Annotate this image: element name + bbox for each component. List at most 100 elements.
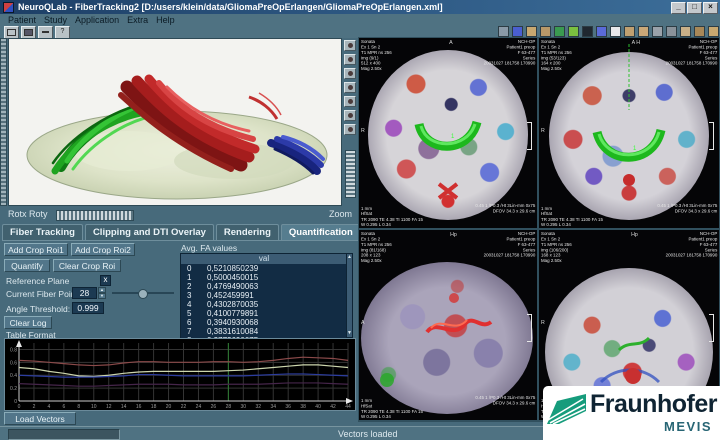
menu-help[interactable]: Help xyxy=(156,15,175,25)
fa-table-row[interactable]: 3 0,452459991 xyxy=(181,291,347,300)
module-icon[interactable] xyxy=(554,26,565,37)
svg-text:20: 20 xyxy=(166,404,172,410)
fiber-point-slider[interactable] xyxy=(112,289,174,299)
title-bar[interactable]: NeuroQLab - FiberTracking2 [D:/users/kle… xyxy=(0,0,720,14)
fa-table-row[interactable]: 6 0,3940930068 xyxy=(181,318,347,327)
rotate-y-thumbwheel[interactable] xyxy=(56,210,134,221)
menu-patient[interactable]: Patient xyxy=(8,15,36,25)
zoom-thumbwheel[interactable] xyxy=(345,150,356,198)
minimize-button[interactable]: _ xyxy=(671,2,686,14)
scroll-up-icon[interactable]: ▲ xyxy=(347,255,352,260)
tab-clipping-and-dti-overlay[interactable]: Clipping and DTI Overlay xyxy=(84,224,214,240)
row-index: 3 xyxy=(187,291,192,300)
scroll-down-icon[interactable]: ▼ xyxy=(347,331,352,336)
restore-button[interactable]: □ xyxy=(687,2,702,14)
pointer-icon[interactable] xyxy=(344,40,356,51)
tab-quantification[interactable]: Quantification xyxy=(280,224,361,240)
fiber-3d-scene xyxy=(9,39,341,205)
svg-text:16: 16 xyxy=(136,404,142,410)
clear-crop-roi-button[interactable]: Clear Crop Roi xyxy=(53,259,121,272)
acquisition-info-overlay: 1 mm HfSat TR 2090 TE 4.38 TI 1100 FA 15… xyxy=(361,397,423,419)
sagittal-view[interactable]: Sonata Ex 1 Sn 2 T1 MPR ns 256 img (81/1… xyxy=(359,230,537,420)
fa-column-header: val xyxy=(181,254,347,264)
row-value: 0,5000450015 xyxy=(207,273,259,282)
coronal-view[interactable]: 1 Sonata Ex 1 Sn 2 T1 MPR ns 256 img (53… xyxy=(539,38,719,228)
fa-values-table[interactable]: val 0 0,5210850239 1 0,5000450015 2 0,4769490… xyxy=(180,253,348,340)
svg-text:1: 1 xyxy=(451,134,455,140)
svg-text:10: 10 xyxy=(91,404,97,410)
module-icon[interactable] xyxy=(568,26,579,37)
patient-info-overlay: NCH-OP Patient1 preop F 63-477 Series 20… xyxy=(665,39,717,66)
module-icon[interactable] xyxy=(498,26,509,37)
quantify-button[interactable]: Quantify xyxy=(4,259,50,272)
add-crop-roi2-button[interactable]: Add Crop Roi2 xyxy=(71,243,135,256)
module-icon[interactable] xyxy=(596,26,607,37)
module-icon[interactable] xyxy=(526,26,537,37)
row-value: 0,4769490063 xyxy=(207,282,259,291)
svg-text:2: 2 xyxy=(33,404,36,410)
tab-fiber-tracking[interactable]: Fiber Tracking xyxy=(2,224,83,240)
eye-icon[interactable] xyxy=(344,82,356,93)
svg-text:18: 18 xyxy=(151,404,157,410)
patient-info-overlay: NCH-OP Patient1 preop F 63-477 Series 20… xyxy=(483,39,535,66)
fa-table-row[interactable]: 5 0,4100779891 xyxy=(181,309,347,318)
application-window: NeuroQLab - FiberTracking2 [D:/users/kle… xyxy=(0,0,720,440)
module-icon[interactable] xyxy=(610,26,621,37)
row-index: 1 xyxy=(187,273,192,282)
menu-application[interactable]: Application xyxy=(75,15,119,25)
step-down-icon: ▼ xyxy=(98,293,106,299)
fiber-point-stepper[interactable]: ▲ ▼ xyxy=(98,287,106,299)
axial-view[interactable]: 1 Sonata Ex 1 Sn 2 T1 MPR ns 256 img (9/… xyxy=(359,38,537,228)
viewer-side-toolbar xyxy=(343,38,358,206)
module-icon[interactable] xyxy=(708,26,719,37)
settings-icon[interactable] xyxy=(344,124,356,135)
camera-icon[interactable] xyxy=(344,68,356,79)
module-icon[interactable] xyxy=(638,26,649,37)
fa-table-row[interactable]: 4 0,4302870035 xyxy=(181,300,347,309)
fa-table-row[interactable]: 2 0,4769490063 xyxy=(181,282,347,291)
load-vectors-button[interactable]: Load Vectors xyxy=(4,412,76,425)
module-icon[interactable] xyxy=(680,26,691,37)
add-crop-roi1-button[interactable]: Add Crop Roi1 xyxy=(4,243,68,256)
orientation-marker-top: Hp xyxy=(450,231,457,238)
light-icon[interactable] xyxy=(344,96,356,107)
menu-study[interactable]: Study xyxy=(44,15,67,25)
orientation-marker-side: R xyxy=(541,319,545,326)
angle-threshold-field[interactable]: 0.999 xyxy=(72,302,104,314)
module-icon[interactable] xyxy=(512,26,523,37)
current-fiber-point-field[interactable]: 28 xyxy=(72,287,97,299)
module-icon[interactable] xyxy=(666,26,677,37)
clear-log-button[interactable]: Clear Log xyxy=(4,316,52,329)
module-icon[interactable] xyxy=(624,26,635,37)
status-text: Vectors loaded xyxy=(338,429,398,439)
module-icon[interactable] xyxy=(582,26,593,37)
fa-table-scrollbar[interactable]: ▲ ▼ xyxy=(346,253,353,338)
svg-text:12: 12 xyxy=(106,404,112,410)
row-index: 5 xyxy=(187,309,192,318)
fa-table-row[interactable]: 7 0,3831610084 xyxy=(181,327,347,336)
fa-table-row[interactable]: 1 0,5000450015 xyxy=(181,273,347,282)
scale-bracket xyxy=(709,122,714,150)
svg-text:44: 44 xyxy=(345,404,351,410)
rotate-x-thumbwheel[interactable] xyxy=(0,38,7,206)
snapshot-icon[interactable] xyxy=(344,110,356,121)
slider-thumb[interactable] xyxy=(138,289,148,299)
svg-text:0.6: 0.6 xyxy=(10,360,17,366)
module-icon[interactable] xyxy=(652,26,663,37)
tab-rendering[interactable]: Rendering xyxy=(215,224,279,240)
fiber-3d-viewport[interactable] xyxy=(8,38,342,206)
row-value: 0,3831610084 xyxy=(207,327,259,336)
svg-text:22: 22 xyxy=(181,404,187,410)
menu-extra[interactable]: Extra xyxy=(127,15,148,25)
svg-text:4: 4 xyxy=(48,404,51,410)
scale-bracket xyxy=(527,314,532,342)
close-button[interactable]: × xyxy=(703,2,718,14)
row-value: 0,4100779891 xyxy=(207,309,259,318)
module-icon[interactable] xyxy=(540,26,551,37)
fa-table-row[interactable]: 0 0,5210850239 xyxy=(181,264,347,273)
module-icon[interactable] xyxy=(694,26,705,37)
angle-threshold-label: Angle Threshold: xyxy=(6,304,71,314)
rotate-icon[interactable] xyxy=(344,54,356,65)
fraunhofer-wordmark: Fraunhofer xyxy=(590,390,717,418)
reference-plane-checkbox[interactable]: x xyxy=(100,275,111,286)
